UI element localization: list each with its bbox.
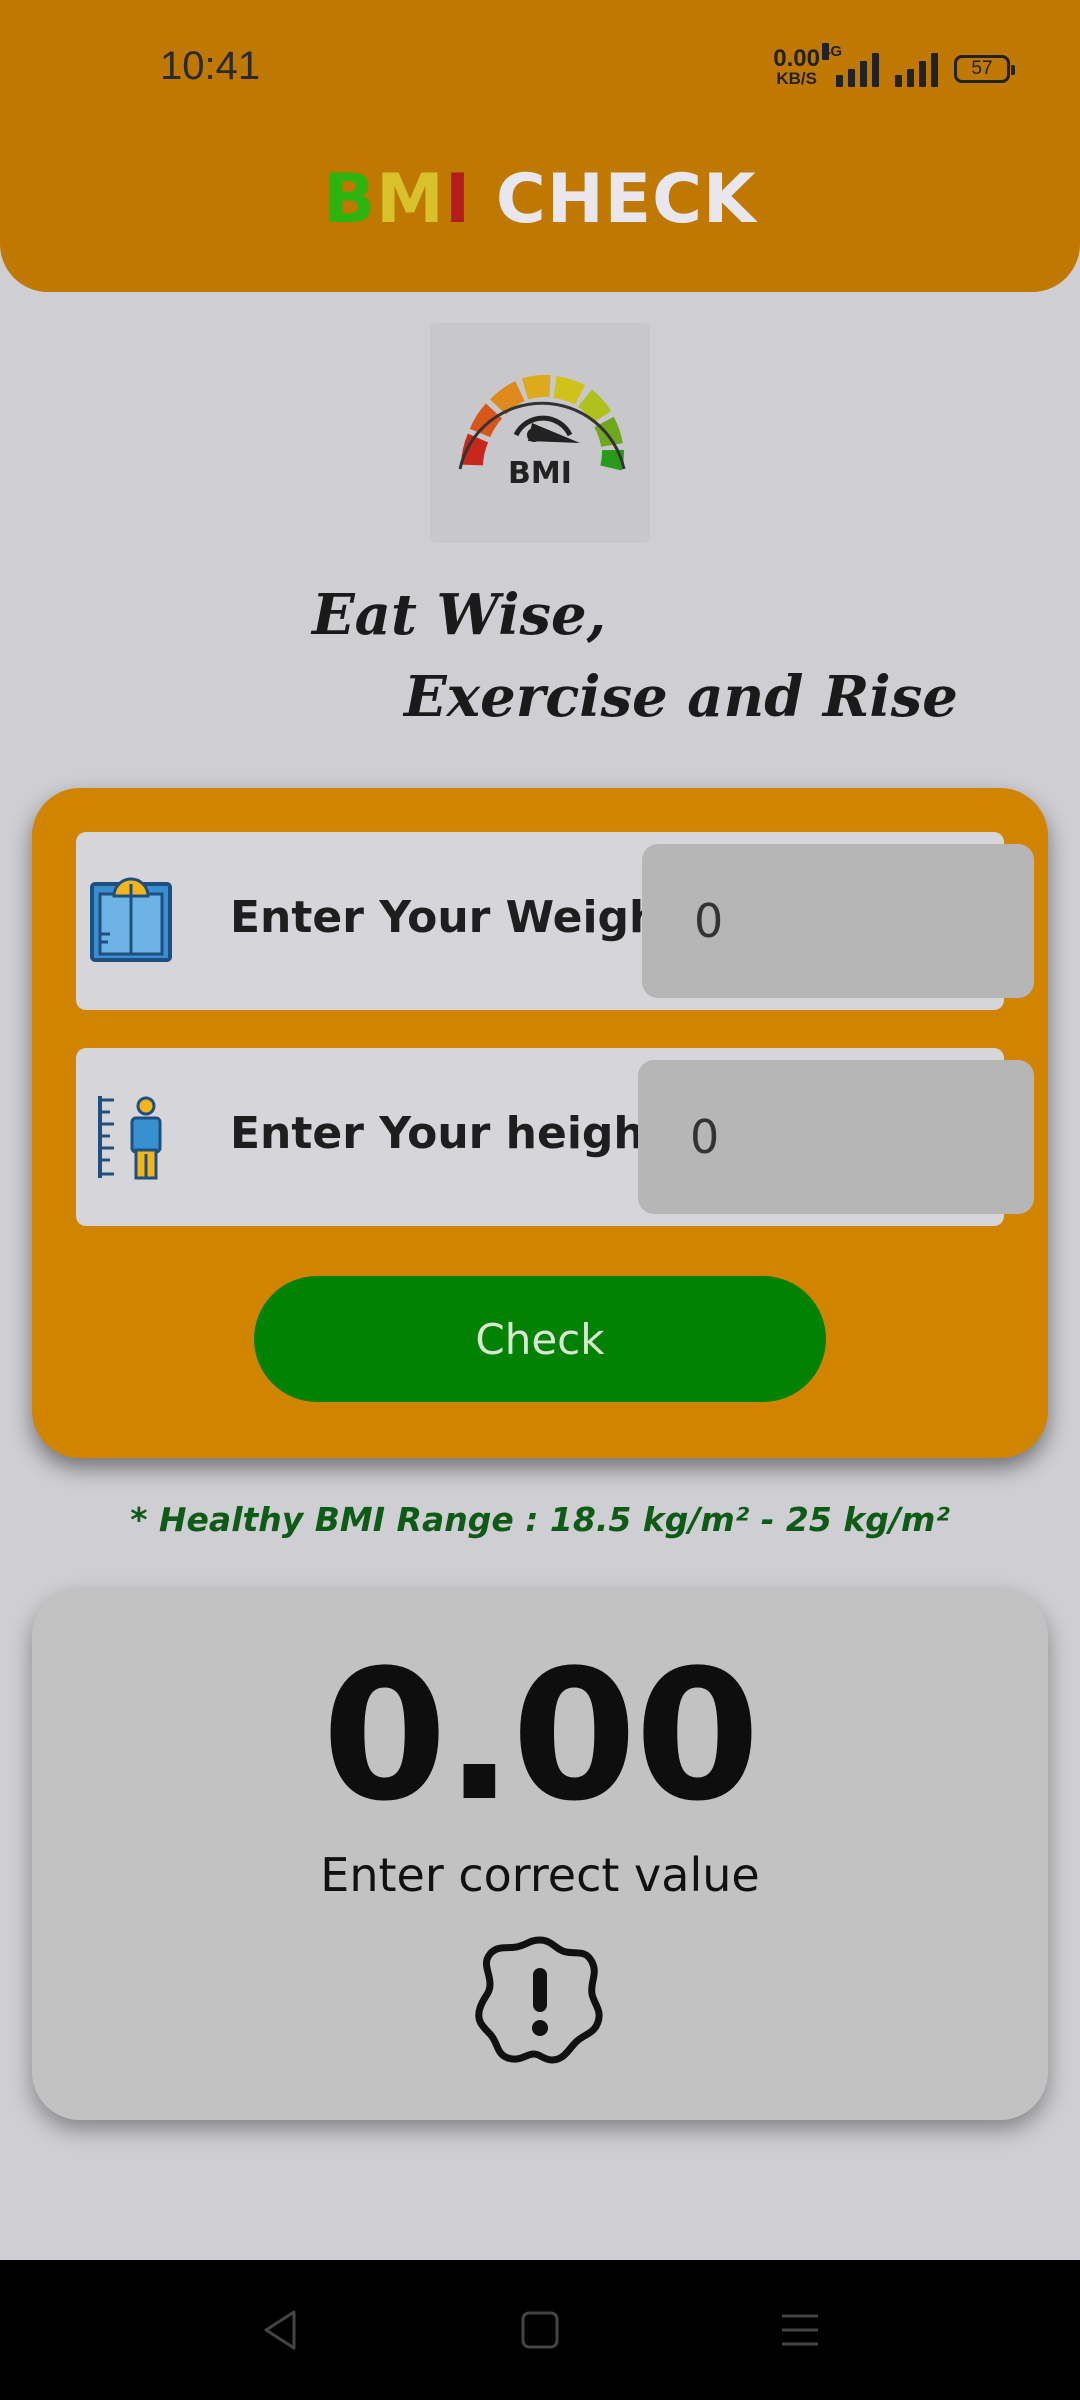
app-title: BMI CHECK bbox=[0, 160, 1080, 239]
status-time: 10:41 bbox=[160, 44, 261, 88]
title-check: CHECK bbox=[471, 160, 757, 239]
input-card: Enter Your Weight : Enter Your height : … bbox=[32, 788, 1048, 1458]
network-speed-value: 0.00 bbox=[773, 45, 820, 72]
app-header: 10:41 0.00 KB/S 4G 57 BMI CHECK bbox=[0, 0, 1080, 292]
bmi-result-value: 0.00 bbox=[321, 1632, 760, 1841]
slogan-line-1: Eat Wise, bbox=[312, 582, 607, 648]
weight-scale-icon bbox=[90, 877, 172, 962]
network-type: 4G bbox=[822, 43, 843, 60]
check-button[interactable]: Check bbox=[254, 1276, 826, 1402]
weight-input[interactable] bbox=[642, 844, 1034, 998]
bmi-gauge-logo: BMI bbox=[430, 323, 650, 543]
home-icon[interactable] bbox=[510, 2300, 570, 2360]
title-letter-m: M bbox=[376, 160, 445, 239]
battery-level: 57 bbox=[971, 58, 993, 79]
back-icon[interactable] bbox=[250, 2300, 310, 2360]
system-nav-bar bbox=[0, 2260, 1080, 2400]
height-input[interactable] bbox=[638, 1060, 1034, 1214]
network-speed: 0.00 KB/S bbox=[773, 45, 820, 89]
slogan-line-2: Exercise and Rise bbox=[404, 664, 958, 730]
battery-icon: 57 bbox=[954, 55, 1015, 83]
gauge-icon: BMI bbox=[458, 374, 626, 491]
status-icons: 0.00 KB/S 4G 57 bbox=[773, 43, 1015, 94]
alert-badge-icon bbox=[475, 1936, 603, 2064]
signal-4g-icon: 4G bbox=[822, 43, 879, 87]
height-row: Enter Your height : bbox=[76, 1048, 1034, 1226]
logo-text: BMI bbox=[508, 456, 572, 491]
recents-icon[interactable] bbox=[770, 2300, 830, 2360]
healthy-range-note: * Healthy BMI Range : 18.5 kg/m² - 25 kg… bbox=[130, 1500, 950, 1539]
signal-icon bbox=[895, 51, 938, 87]
title-letter-i: I bbox=[444, 160, 472, 239]
weight-row: Enter Your Weight : bbox=[76, 832, 1034, 1010]
result-card: 0.00 Enter correct value bbox=[32, 1588, 1048, 2120]
height-measure-icon bbox=[98, 1096, 162, 1180]
network-speed-unit: KB/S bbox=[776, 69, 817, 88]
title-letter-b: B bbox=[323, 160, 377, 239]
result-message: Enter correct value bbox=[320, 1848, 760, 1902]
height-label: Enter Your height : bbox=[230, 1108, 699, 1159]
